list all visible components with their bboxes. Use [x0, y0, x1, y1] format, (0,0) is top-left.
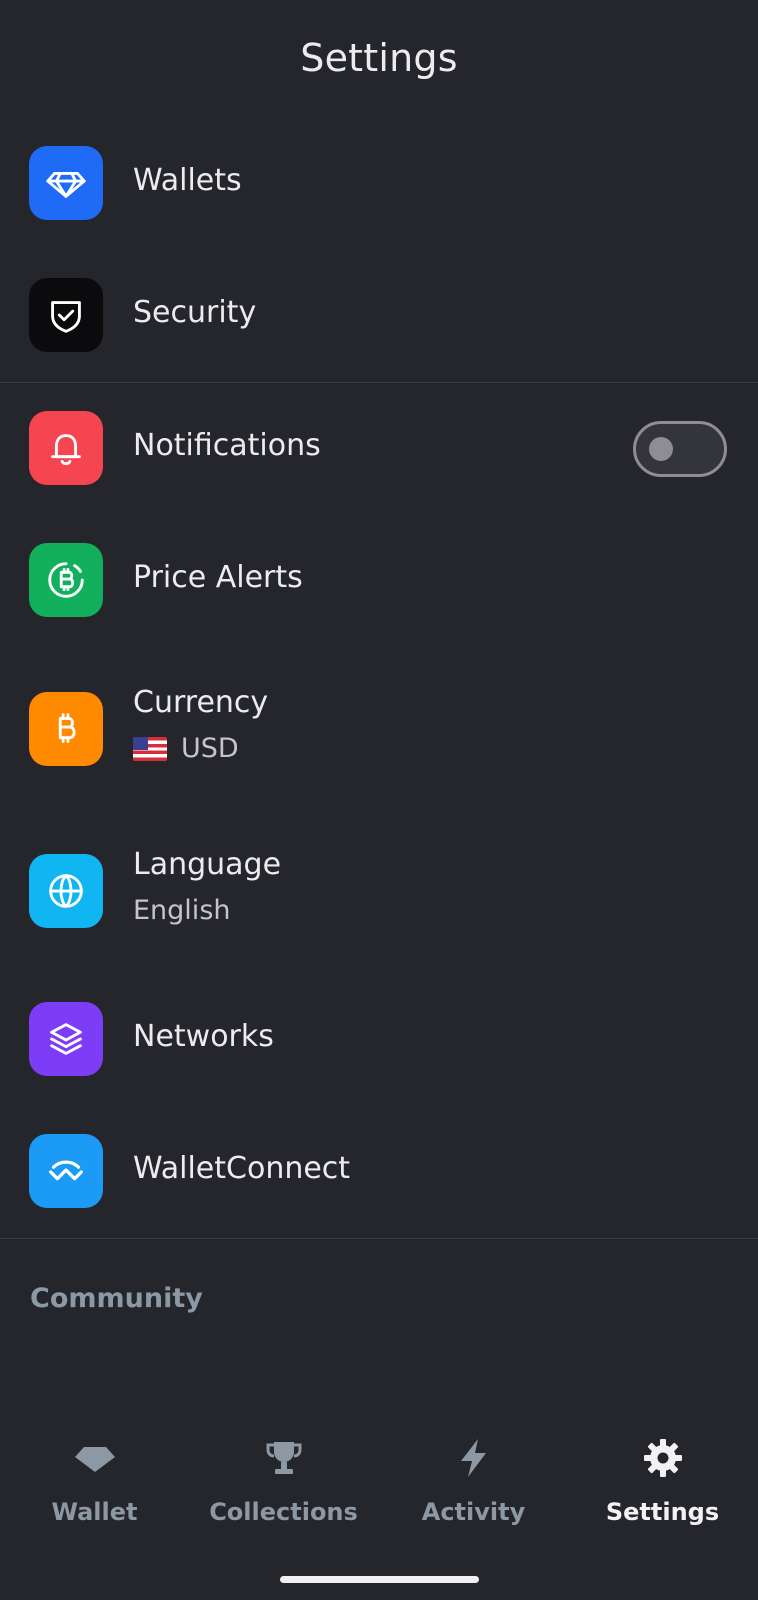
- divider: [0, 1238, 758, 1239]
- settings-item-label: WalletConnect: [133, 1151, 351, 1186]
- tab-label: Wallet: [51, 1498, 138, 1526]
- settings-item-language[interactable]: Language English: [0, 832, 758, 972]
- settings-item-wallets[interactable]: Wallets: [0, 125, 758, 245]
- settings-item-security[interactable]: Security: [0, 257, 758, 377]
- settings-item-label: Notifications: [133, 428, 321, 463]
- tab-label: Activity: [421, 1498, 526, 1526]
- bell-icon: [29, 411, 103, 485]
- settings-item-label: Currency: [133, 685, 269, 720]
- language-value: English: [133, 895, 231, 926]
- settings-item-label: Wallets: [133, 163, 242, 198]
- bitcoin-alert-icon: [29, 543, 103, 617]
- settings-item-label: Language: [133, 847, 282, 882]
- page-title: Settings: [300, 36, 458, 80]
- settings-item-label: Price Alerts: [133, 560, 303, 595]
- bottom-tab-bar: Wallet Collections Activity Settings: [0, 1410, 758, 1540]
- tab-label: Settings: [605, 1498, 720, 1526]
- bitcoin-icon: [29, 692, 103, 766]
- currency-value: USD: [133, 733, 239, 764]
- settings-item-currency[interactable]: Currency USD: [0, 670, 758, 810]
- home-indicator: [280, 1576, 479, 1583]
- shield-check-icon: [29, 278, 103, 352]
- tab-wallet[interactable]: Wallet: [0, 1410, 189, 1540]
- trophy-icon: [262, 1436, 306, 1480]
- walletconnect-icon: [29, 1134, 103, 1208]
- currency-value-text: USD: [181, 733, 239, 764]
- lightning-icon: [452, 1436, 496, 1480]
- settings-item-price-alerts[interactable]: Price Alerts: [0, 522, 758, 642]
- globe-icon: [29, 854, 103, 928]
- section-title-community: Community: [30, 1283, 203, 1314]
- diamond-icon: [29, 146, 103, 220]
- toggle-knob: [649, 437, 673, 461]
- diamond-icon: [73, 1436, 117, 1480]
- settings-item-networks[interactable]: Networks: [0, 978, 758, 1098]
- settings-item-label: Networks: [133, 1019, 274, 1054]
- settings-screen: Settings Wallets Security Notifications …: [0, 0, 758, 1600]
- settings-item-label: Security: [133, 295, 257, 330]
- tab-activity[interactable]: Activity: [379, 1410, 568, 1540]
- settings-item-walletconnect[interactable]: WalletConnect: [0, 1110, 758, 1230]
- divider: [0, 382, 758, 383]
- gear-icon: [641, 1436, 685, 1480]
- tab-settings[interactable]: Settings: [568, 1410, 757, 1540]
- us-flag-icon: [133, 736, 167, 761]
- header: Settings: [0, 0, 758, 116]
- layers-icon: [29, 1002, 103, 1076]
- notifications-toggle[interactable]: [633, 421, 727, 477]
- tab-collections[interactable]: Collections: [189, 1410, 378, 1540]
- tab-label: Collections: [209, 1498, 358, 1526]
